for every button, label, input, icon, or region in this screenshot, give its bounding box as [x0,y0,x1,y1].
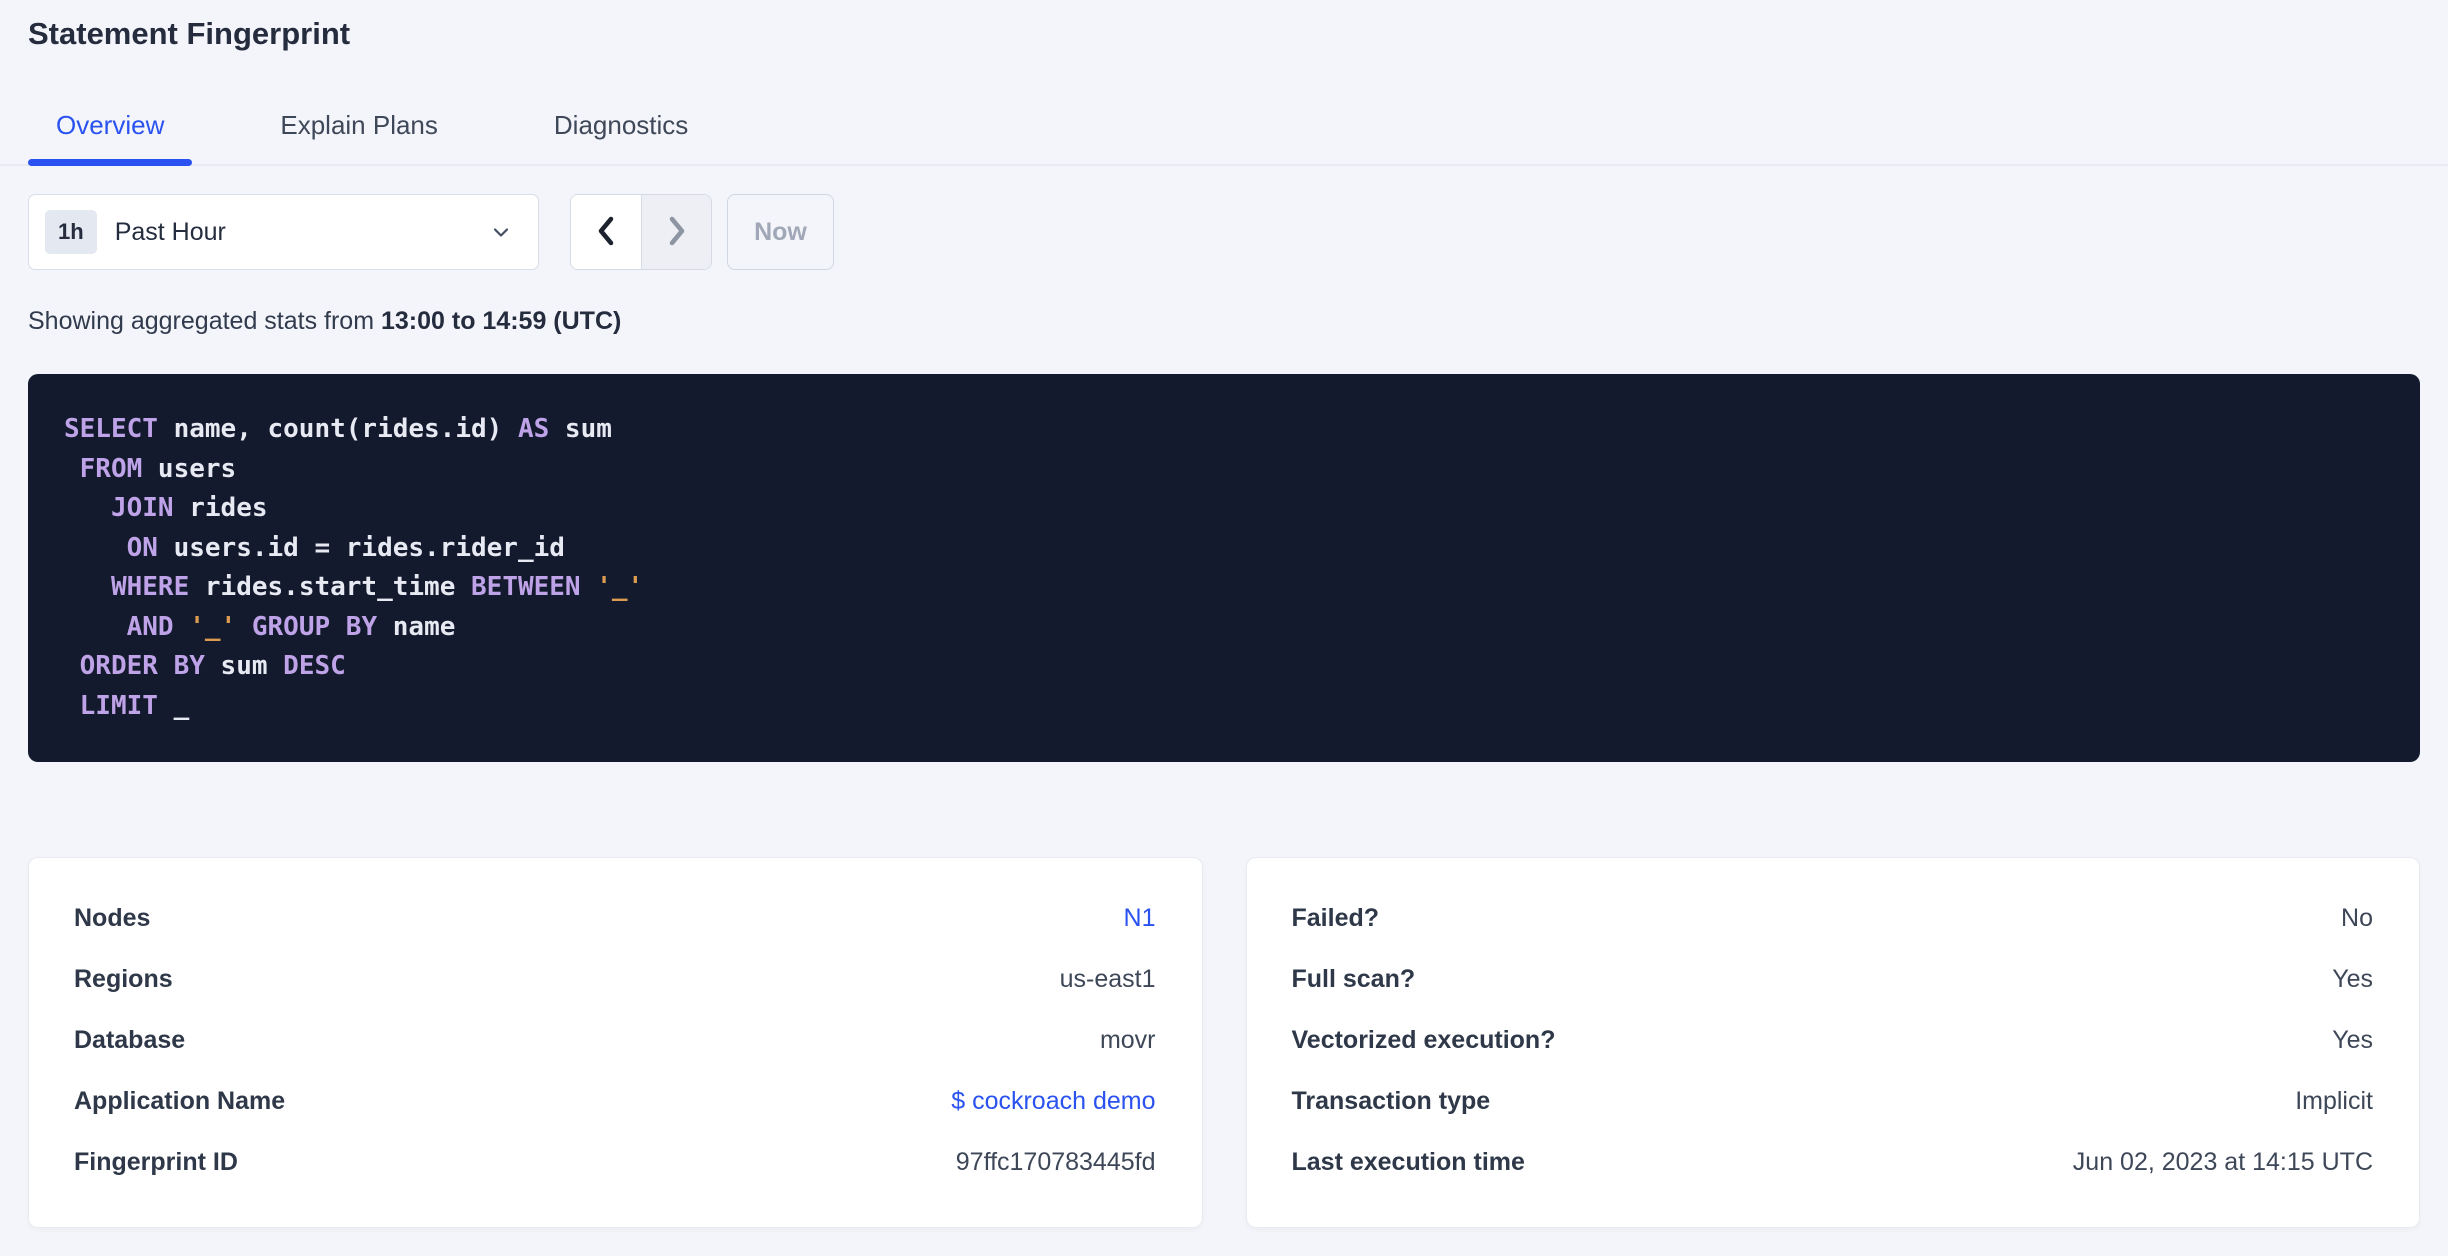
row-label: Last execution time [1291,1148,1525,1176]
table-row: Application Name $ cockroach demo [74,1071,1156,1132]
table-row: Database movr [74,1010,1156,1071]
table-row: Vectorized execution? Yes [1292,1010,2374,1071]
time-nav-group [570,194,712,270]
stats-prefix: Showing aggregated stats from [28,307,381,335]
time-range-dropdown[interactable]: 1h Past Hour [28,194,539,270]
row-value: No [2341,904,2373,932]
chevron-down-icon [488,219,514,245]
row-value: Jun 02, 2023 at 14:15 UTC [2072,1148,2373,1176]
sql-statement-box: SELECT name, count(rides.id) AS sum FROM… [28,374,2420,762]
sql-line: AND '_' GROUP BY name [126,611,456,642]
time-toolbar: 1h Past Hour Now [28,194,2420,270]
prev-time-button[interactable] [571,195,641,269]
next-time-button[interactable] [641,195,711,269]
sql-line: SELECT name, count(rides.id) AS sum [64,414,612,444]
tab-explain-plans[interactable]: Explain Plans [252,112,466,164]
tab-bar: Overview Explain Plans Diagnostics [28,112,2420,166]
page-title: Statement Fingerprint [28,16,351,51]
row-label: Fingerprint ID [74,1148,238,1176]
statement-fingerprint-page: Statement Fingerprint Overview Explain Pl… [0,0,2448,1228]
sql-line: ON users.id = rides.rider_id [126,532,565,563]
row-label: Vectorized execution? [1291,1026,1556,1054]
row-value: Yes [2332,1026,2373,1054]
row-value: 97ffc170783445fd [955,1148,1156,1176]
row-value[interactable]: N1 [1124,904,1156,933]
row-value: us-east1 [1059,965,1156,993]
chevron-right-icon [663,213,691,252]
summary-card-right: Failed? No Full scan? Yes Vectorized executi… [1245,857,2420,1228]
now-button[interactable]: Now [727,194,834,270]
chevron-left-icon [592,213,620,252]
row-value: Implicit [2295,1087,2373,1115]
row-value: Yes [2332,965,2373,993]
table-row: Transaction type Implicit [1292,1071,2374,1132]
sql-line: FROM users [79,453,237,484]
table-row: Full scan? Yes [1292,949,2374,1010]
table-row: Fingerprint ID 97ffc170783445fd [74,1132,1156,1193]
row-label: Database [74,1026,186,1054]
sql-line: JOIN rides [110,493,268,523]
row-value: movr [1099,1026,1156,1054]
sql-line: LIMIT _ [79,690,190,721]
stats-time-range: 13:00 to 14:59 (UTC) [380,307,622,335]
summary-card-left: Nodes N1 Regions us-east1 Database movr Applic… [28,857,1203,1228]
time-range-badge: 1h [45,210,97,254]
row-label: Regions [74,965,173,993]
row-value[interactable]: $ cockroach demo [951,1087,1155,1116]
table-row: Last execution time Jun 02, 2023 at 14:15… [1292,1132,2374,1193]
tab-bar-wrap: Overview Explain Plans Diagnostics [0,112,2448,166]
row-label: Failed? [1291,904,1380,932]
row-label: Full scan? [1291,965,1416,993]
table-row: Nodes N1 [74,888,1156,949]
tab-overview[interactable]: Overview [28,112,193,166]
table-row: Regions us-east1 [74,949,1156,1010]
aggregated-stats-line: Showing aggregated stats from 13:00 to 1… [28,306,2420,336]
row-label: Nodes [74,904,151,932]
table-row: Failed? No [1292,888,2374,949]
tab-diagnostics[interactable]: Diagnostics [526,112,716,164]
time-range-label: Past Hour [114,217,226,246]
row-label: Transaction type [1291,1087,1491,1115]
sql-line: ORDER BY sum DESC [79,651,346,681]
row-label: Application Name [74,1087,286,1115]
sql-line: WHERE rides.start_time BETWEEN '_' [110,572,644,602]
summary-cards: Nodes N1 Regions us-east1 Database movr Applic… [28,857,2420,1228]
